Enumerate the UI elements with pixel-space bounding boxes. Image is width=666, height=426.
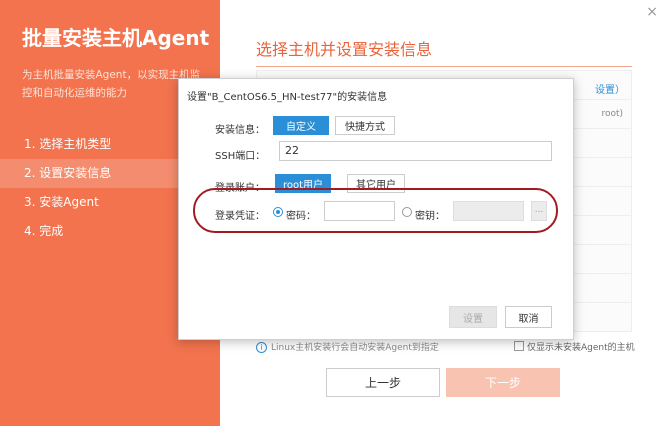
- title-divider: [256, 66, 632, 67]
- dialog-title: 设置"B_CentOS6.5_HN-test77"的安装信息: [187, 92, 388, 103]
- info-icon: i: [256, 342, 267, 353]
- ssh-port-label: SSH端口：: [215, 151, 266, 162]
- page-title: 选择主机并设置安装信息: [256, 40, 433, 59]
- custom-mode-button[interactable]: 自定义: [273, 116, 329, 135]
- checkbox-icon[interactable]: [514, 341, 524, 351]
- quick-mode-button[interactable]: 快捷方式: [335, 116, 395, 135]
- only-uninstalled-label: 仅显示未安装Agent的主机: [527, 343, 635, 353]
- tip-text: Linux主机安装行会自动安装Agent到指定: [271, 343, 439, 353]
- prev-step-button[interactable]: 上一步: [326, 368, 440, 397]
- sidebar-title: 批量安装主机Agent: [22, 26, 210, 50]
- sidebar-description: 为主机批量安装Agent，以实现主机监控和自动化运维的能力: [22, 69, 201, 99]
- install-info-label: 安装信息：: [215, 125, 265, 136]
- set-button[interactable]: 设置: [449, 306, 497, 328]
- cancel-button[interactable]: 取消: [505, 306, 552, 328]
- credential-highlight-ring: [193, 188, 558, 233]
- ssh-port-input[interactable]: 22: [279, 141, 552, 161]
- close-icon[interactable]: ×: [646, 4, 658, 20]
- install-tip: i Linux主机安装行会自动安装Agent到指定: [256, 340, 439, 353]
- table-settings-link[interactable]: 设置）: [595, 81, 625, 96]
- table-root-text: root): [601, 109, 623, 119]
- only-uninstalled-filter[interactable]: 仅显示未安装Agent的主机: [514, 340, 635, 353]
- next-step-button[interactable]: 下一步: [446, 368, 560, 397]
